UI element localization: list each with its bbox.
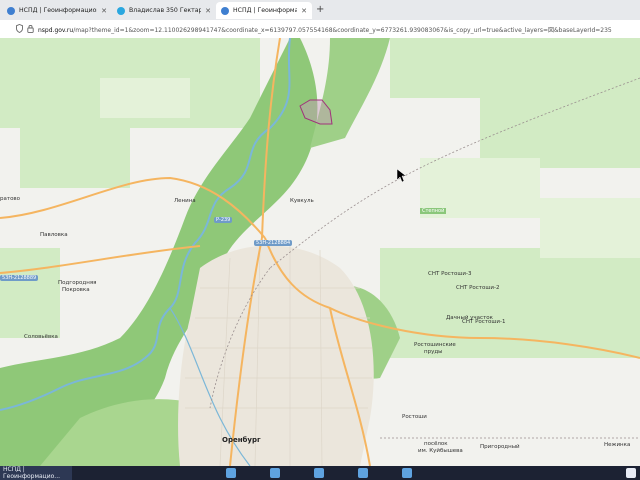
nspd-icon (221, 6, 229, 15)
map-base (0, 38, 640, 466)
road-label-r239: Р-239 (214, 217, 233, 223)
taskbar-item-browser[interactable]: НСПД | Геоинформацио... (0, 466, 72, 480)
close-icon[interactable]: ✕ (301, 7, 307, 15)
nspd-icon (7, 6, 15, 15)
map-label-podgorodnyaya-1: Подгородняя (58, 280, 97, 286)
map-label-soloviyovka: Соловьёвка (24, 334, 58, 340)
map-label-pavlovka: Павловка (40, 232, 68, 238)
map-label-nezhinka: Нежинка (604, 442, 631, 448)
map-label-prigorodny: Пригородный (480, 444, 520, 450)
taskbar-app-icon[interactable] (314, 468, 324, 478)
close-icon[interactable]: ✕ (205, 7, 211, 15)
road-label-53n-1: 53Н-2128884 (254, 240, 293, 246)
map-label-city: Оренбург (222, 436, 261, 444)
map-label-kuybysheva-1: посёлок (424, 441, 448, 447)
tab-strip: НСПД | Геоинформацион ✕ Владислав 350 Ге… (0, 0, 640, 20)
map-label-snt-1: СНТ Ростоши-3 (428, 271, 472, 277)
tab-nspd-2[interactable]: НСПД | Геоинформацион ✕ (216, 2, 312, 19)
url-host: nspd.gov.ru (38, 27, 74, 34)
shield-icon[interactable] (16, 24, 23, 33)
taskbar-app-icon[interactable] (226, 468, 236, 478)
tray-icon[interactable] (626, 468, 636, 478)
taskbar-app-icon[interactable] (270, 468, 280, 478)
map-label-stepnoy: Степной (420, 208, 447, 214)
map-label-podgorodnyaya-2: Покровка (62, 287, 90, 293)
urban-area (178, 245, 374, 466)
map-canvas[interactable]: Оренбург Ленина Кувкуль Павловка Подгоро… (0, 38, 640, 466)
map-label-kuybysheva-2: им. Куйбышева (418, 448, 463, 454)
map-label-rostoshinskie-1: Ростошинские (414, 342, 456, 348)
tab-label: НСПД | Геоинформацион (19, 7, 98, 14)
taskbar-app-icon[interactable] (402, 468, 412, 478)
map-label-snt-2: СНТ Ростоши-2 (456, 285, 500, 291)
telegram-icon (117, 6, 125, 15)
taskbar: НСПД | Геоинформацио... (0, 466, 640, 480)
map-label-lenina: Ленина (174, 198, 196, 204)
tab-label: Владислав 350 Гектар (129, 7, 202, 14)
tab-telegram[interactable]: Владислав 350 Гектар ✕ (112, 2, 216, 19)
tab-nspd-1[interactable]: НСПД | Геоинформацион ✕ (2, 2, 112, 19)
lock-icon[interactable] (27, 24, 34, 33)
map-label-rostoshi: Ростоши (402, 414, 427, 420)
map-label-dachny: Дачный участок (446, 315, 493, 321)
url-path: /map?theme_id=1&zoom=12.110026298941747&… (73, 27, 612, 34)
map-label-rostoshinskie-2: пруды (424, 349, 443, 355)
url-text[interactable]: nspd.gov.ru/map?theme_id=1&zoom=12.11002… (38, 25, 612, 34)
map-label-kuvkul: Кувкуль (290, 198, 314, 204)
taskbar-app-icon[interactable] (358, 468, 368, 478)
road-label-53n-2: 53Н-2128889 (0, 275, 39, 281)
close-icon[interactable]: ✕ (101, 7, 107, 15)
map-label-left-edge: ратово (0, 196, 21, 202)
new-tab-button[interactable]: + (316, 4, 324, 15)
address-bar[interactable]: nspd.gov.ru/map?theme_id=1&zoom=12.11002… (0, 20, 640, 39)
tab-label: НСПД | Геоинформацион (233, 7, 298, 14)
